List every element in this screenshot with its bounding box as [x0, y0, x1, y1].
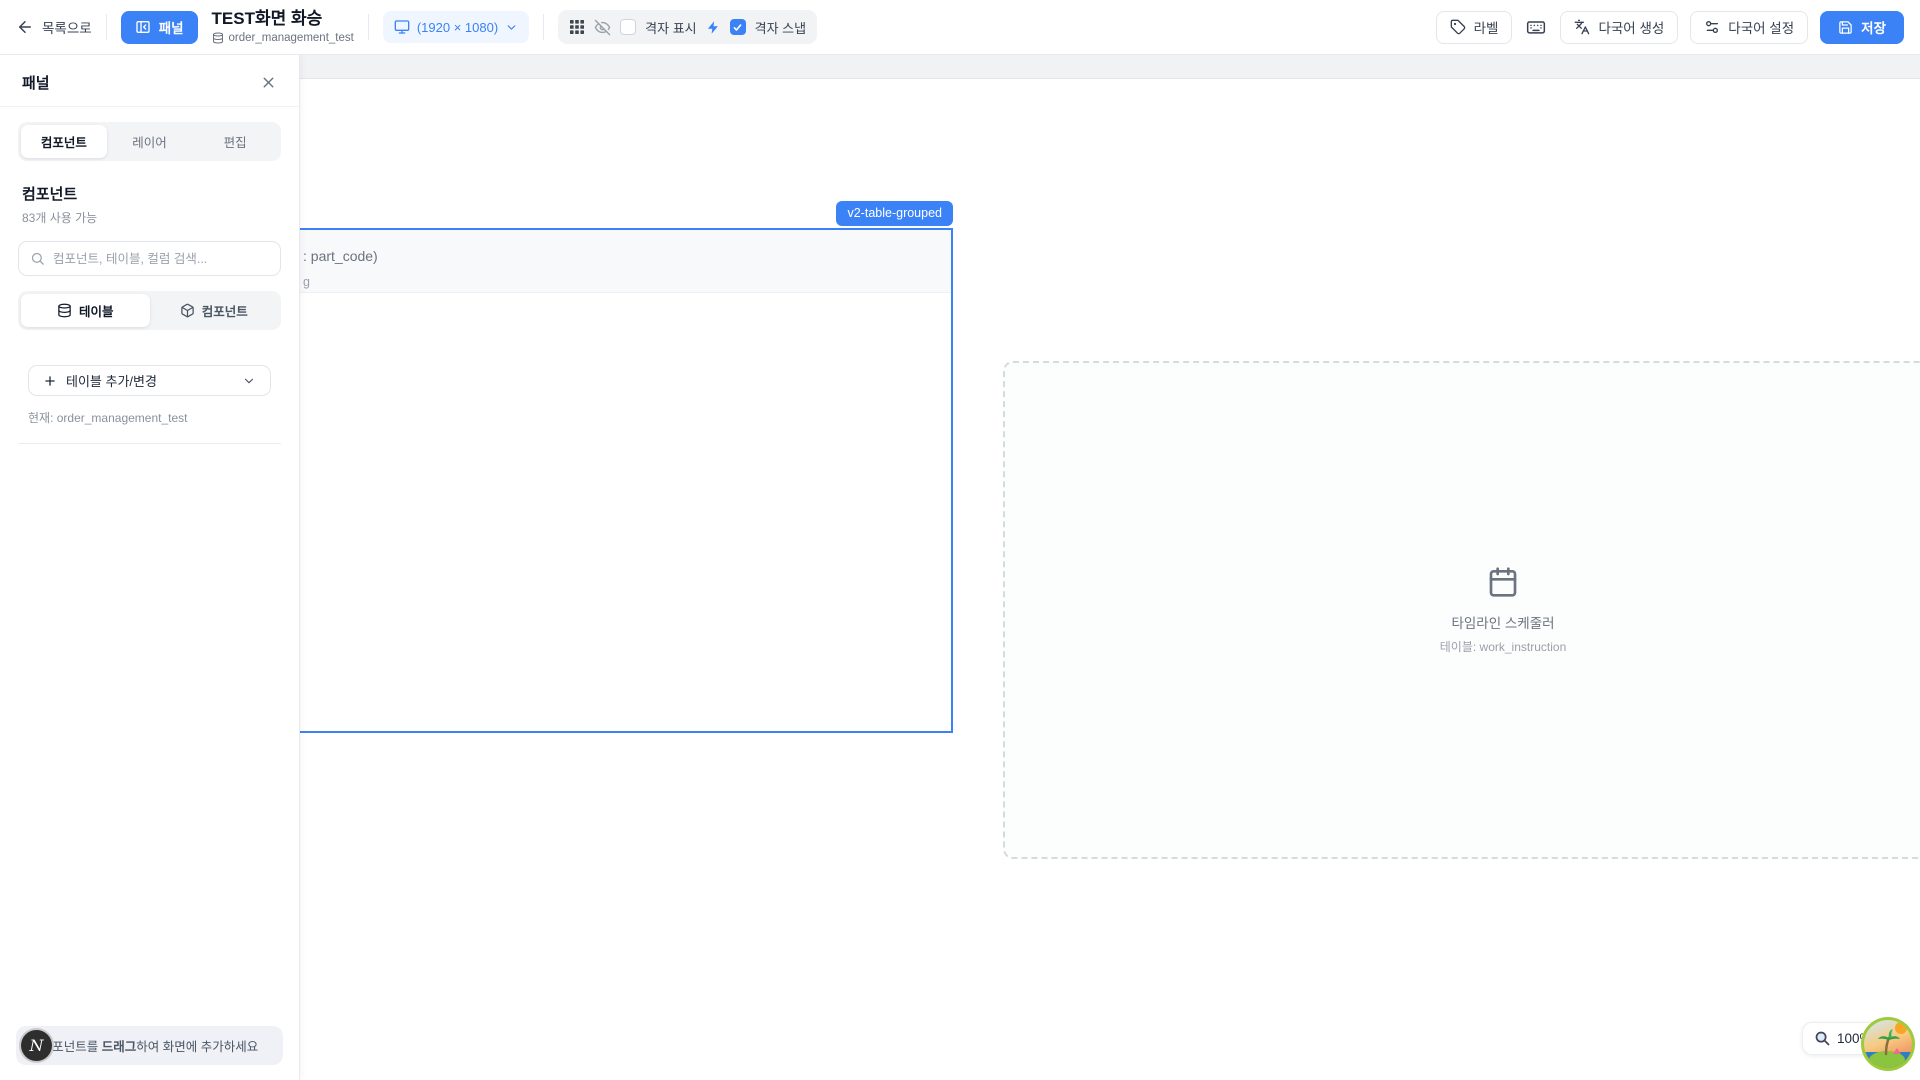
table-component-title-fragment: : part_code) — [303, 248, 378, 264]
grid-snap-label: 격자 스냅 — [755, 18, 806, 37]
island-avatar-badge[interactable] — [1860, 1016, 1916, 1072]
toggle-components-label: 컴포넌트 — [202, 301, 248, 320]
drag-hint-bar: 컴포넌트를 드래그하여 화면에 추가하세요 N — [16, 1026, 283, 1065]
magnifier-icon — [1814, 1030, 1831, 1047]
keyboard-shortcuts-button[interactable] — [1524, 15, 1548, 39]
placeholder-subtitle: 테이블: work_instruction — [1440, 638, 1567, 655]
screen-title-block: TEST화면 화승 order_management_test — [212, 10, 354, 44]
chevron-down-icon — [242, 374, 256, 388]
toolbar-divider — [543, 14, 544, 40]
selected-component-tag: v2-table-grouped — [836, 201, 953, 226]
database-icon — [212, 32, 224, 44]
toggle-tables[interactable]: 테이블 — [21, 294, 150, 327]
toggle-components[interactable]: 컴포넌트 — [150, 294, 279, 327]
panel-empty-area — [0, 444, 299, 1026]
sliders-icon — [1704, 19, 1720, 35]
box-icon — [180, 303, 195, 318]
search-icon — [30, 251, 45, 266]
toolbar-right-group: 라벨 다국어 생성 다국어 설정 저장 — [1436, 11, 1904, 44]
toggle-tables-label: 테이블 — [79, 301, 114, 320]
chevron-down-icon — [505, 21, 518, 34]
grid-snap-checkbox[interactable] — [730, 19, 746, 35]
panel-toggle-label: 패널 — [159, 17, 184, 37]
panel-toggle-button[interactable]: 패널 — [121, 11, 198, 44]
tag-icon — [1450, 19, 1466, 35]
grid-controls-group: 격자 표시 격자 스냅 — [558, 10, 817, 44]
i18n-settings-label: 다국어 설정 — [1728, 17, 1794, 37]
label-button-text: 라벨 — [1474, 17, 1499, 37]
bound-table-name: order_management_test — [229, 32, 354, 44]
top-toolbar: 목록으로 패널 TEST화면 화승 order_management_test … — [0, 0, 1920, 55]
tab-layers[interactable]: 레이어 — [107, 125, 193, 158]
placeholder-title: 타임라인 스케줄러 — [1451, 612, 1554, 632]
panel-title: 패널 — [22, 72, 50, 93]
lightning-icon — [706, 20, 721, 35]
database-icon — [57, 303, 72, 318]
component-search-box — [18, 241, 281, 276]
collaborator-cursor-badge: N — [19, 1028, 54, 1063]
components-count: 83개 사용 가능 — [22, 209, 277, 226]
save-button[interactable]: 저장 — [1820, 11, 1904, 44]
panel-tabs: 컴포넌트 레이어 편집 — [18, 122, 281, 161]
current-table-label: 현재: order_management_test — [28, 409, 271, 426]
source-toggle: 테이블 컴포넌트 — [18, 291, 281, 330]
i18n-generate-button[interactable]: 다국어 생성 — [1560, 11, 1678, 44]
screen-size-dropdown[interactable]: (1920 × 1080) — [383, 11, 529, 43]
tab-edit[interactable]: 편집 — [192, 125, 278, 158]
toolbar-divider — [368, 14, 369, 40]
page-title: TEST화면 화승 — [212, 10, 354, 29]
add-table-dropdown[interactable]: 테이블 추가/변경 — [28, 365, 271, 396]
save-button-label: 저장 — [1861, 17, 1886, 37]
grid-show-checkbox[interactable] — [620, 19, 636, 35]
components-section-header: 컴포넌트 83개 사용 가능 — [22, 183, 277, 226]
drag-hint-bold: 드래그 — [102, 1040, 137, 1054]
keyboard-icon — [1526, 17, 1546, 37]
screen-size-label: (1920 × 1080) — [417, 20, 498, 35]
table-component-subtitle-fragment: g — [303, 275, 310, 289]
panel-close-button[interactable] — [258, 72, 279, 93]
timeline-scheduler-placeholder[interactable]: 타임라인 스케줄러 테이블: work_instruction — [1003, 361, 1920, 859]
grid-icon — [569, 19, 585, 35]
calendar-icon — [1487, 566, 1519, 598]
add-table-label: 테이블 추가/변경 — [66, 371, 157, 390]
toolbar-divider — [106, 14, 107, 40]
close-icon — [260, 74, 277, 91]
arrow-left-icon — [16, 18, 34, 36]
panel-left-icon — [135, 19, 151, 35]
plus-icon — [43, 374, 57, 388]
save-icon — [1838, 20, 1853, 35]
left-panel: 패널 컴포넌트 레이어 편집 컴포넌트 83개 사용 가능 테이블 — [0, 55, 300, 1080]
page-subtitle: order_management_test — [212, 32, 354, 44]
drag-hint-suffix: 하여 화면에 추가하세요 — [136, 1040, 258, 1054]
i18n-generate-label: 다국어 생성 — [1598, 17, 1664, 37]
back-to-list-label: 목록으로 — [42, 17, 92, 37]
back-to-list-button[interactable]: 목록으로 — [16, 17, 92, 37]
i18n-settings-button[interactable]: 다국어 설정 — [1690, 11, 1808, 44]
panel-header: 패널 — [0, 55, 299, 107]
search-input[interactable] — [53, 252, 269, 266]
grid-show-label: 격자 표시 — [645, 18, 696, 37]
languages-icon — [1574, 19, 1590, 35]
components-section-title: 컴포넌트 — [22, 183, 277, 204]
toolbar-left-group: 목록으로 패널 TEST화면 화승 order_management_test … — [16, 10, 817, 44]
tab-components[interactable]: 컴포넌트 — [21, 125, 107, 158]
eye-off-icon — [594, 19, 611, 36]
label-button[interactable]: 라벨 — [1436, 11, 1513, 44]
monitor-icon — [394, 19, 410, 35]
